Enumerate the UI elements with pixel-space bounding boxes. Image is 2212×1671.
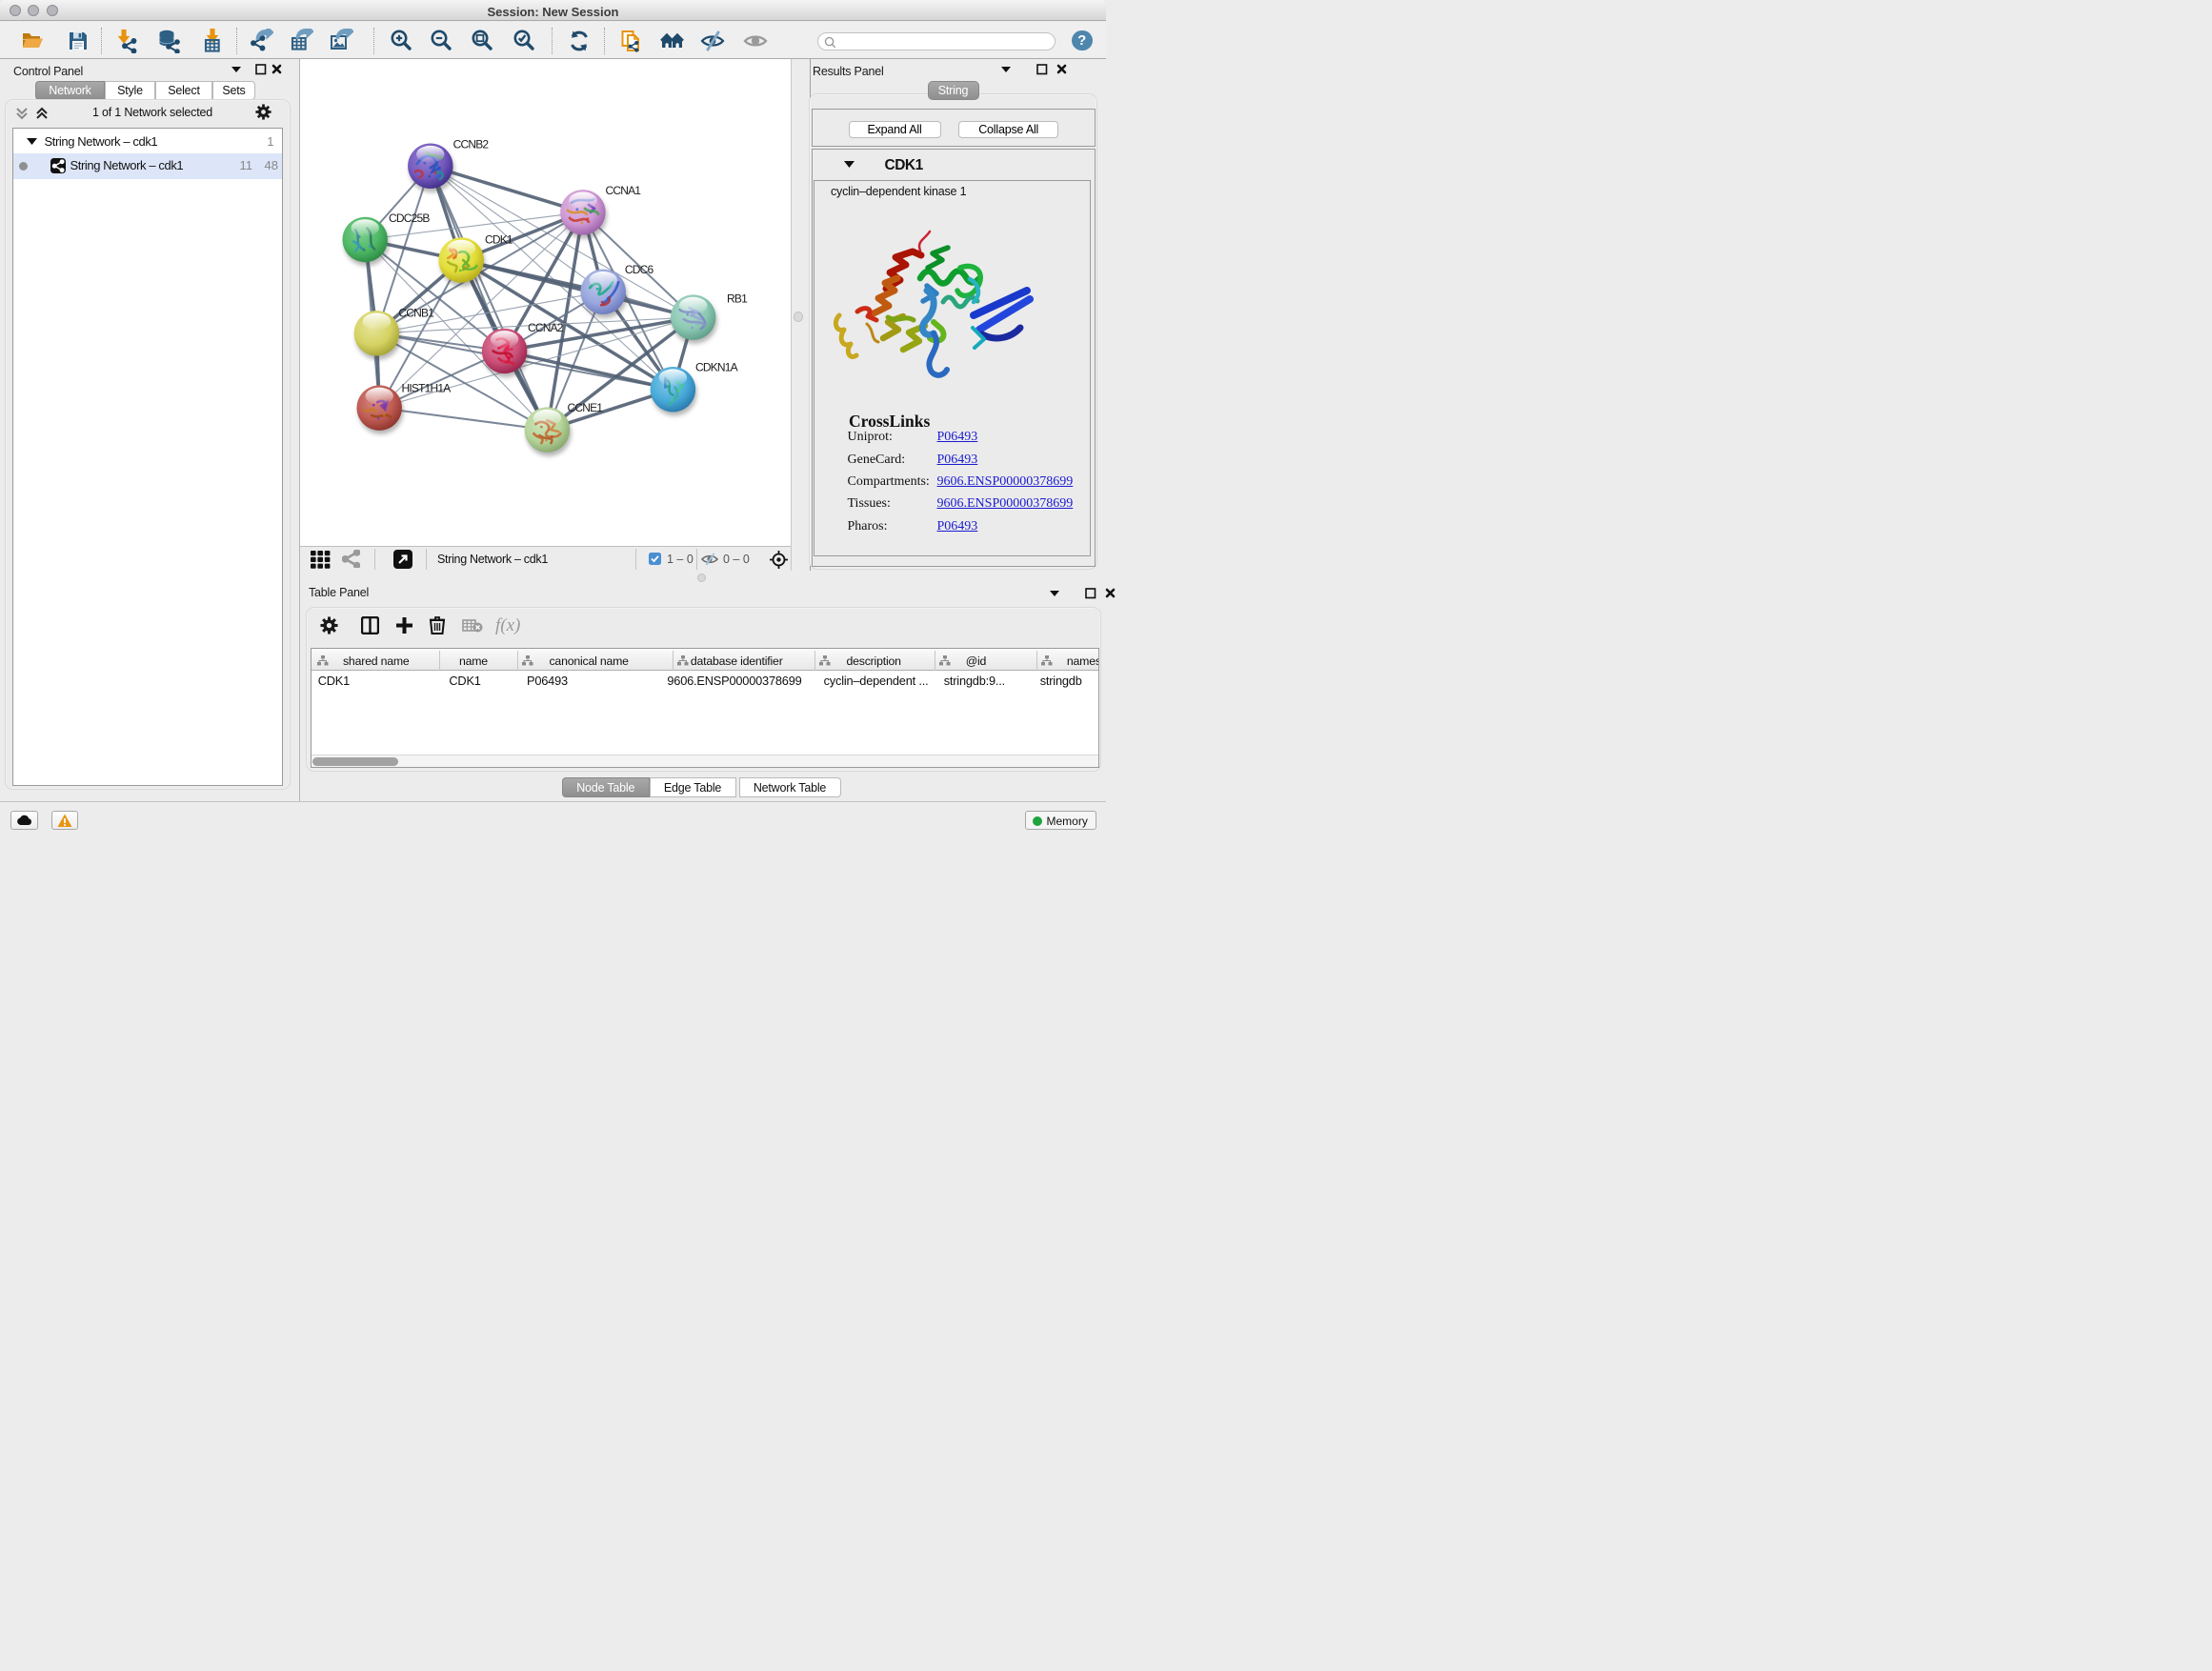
svg-text:CCNA2: CCNA2: [528, 321, 564, 334]
svg-text:CCNA1: CCNA1: [606, 184, 642, 197]
svg-text:CDC6: CDC6: [625, 263, 654, 276]
svg-text:CCNE1: CCNE1: [568, 401, 604, 414]
svg-text:RB1: RB1: [727, 292, 748, 305]
svg-text:CCNB1: CCNB1: [398, 306, 434, 319]
svg-text:CDK1: CDK1: [485, 232, 513, 246]
svg-text:CDC25B: CDC25B: [389, 211, 430, 225]
svg-text:CDKN1A: CDKN1A: [695, 361, 738, 374]
svg-text:HIST1H1A: HIST1H1A: [402, 381, 452, 394]
svg-text:CCNB2: CCNB2: [453, 138, 490, 151]
